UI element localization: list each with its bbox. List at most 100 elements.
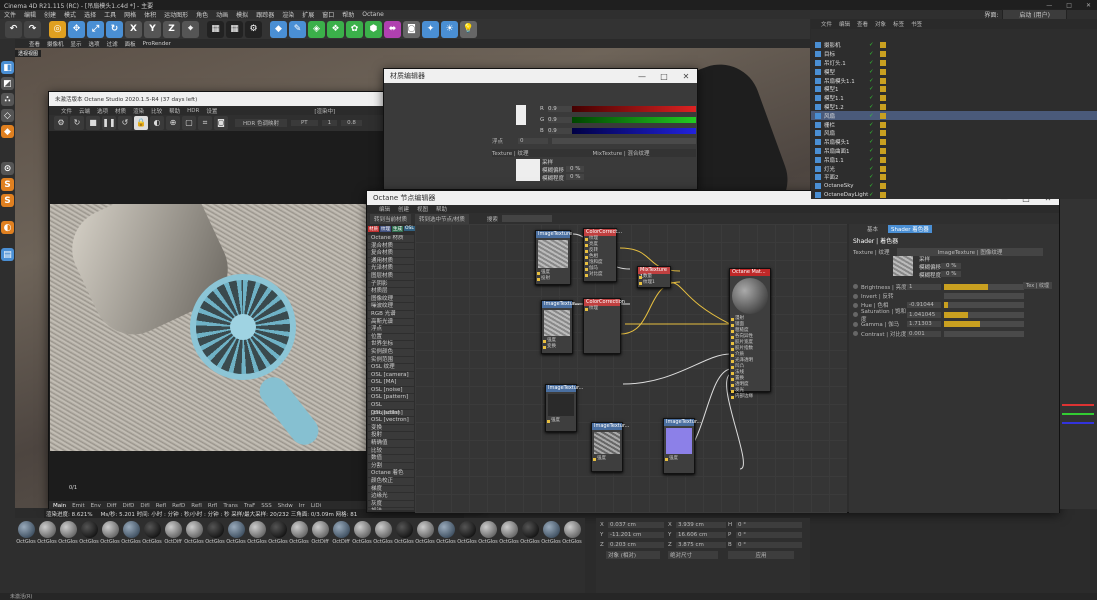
tag-icon[interactable]	[879, 95, 886, 102]
node-category-item[interactable]: 实例范围	[368, 357, 414, 365]
float-value[interactable]: 0	[518, 138, 548, 144]
menu-window[interactable]: 窗口	[322, 10, 334, 19]
object-row[interactable]: OctaneSky ✓	[811, 182, 1097, 191]
material-swatch[interactable]: OctGlos	[562, 521, 582, 545]
visibility-icon[interactable]: ✓	[869, 148, 874, 154]
material-swatch[interactable]: OctGlos	[142, 521, 162, 545]
object-row[interactable]: 模型1 ✓	[811, 85, 1097, 94]
menu-mograph[interactable]: 运动图形	[164, 10, 188, 19]
undo-icon[interactable]: ↶	[5, 20, 22, 38]
float-slider[interactable]	[552, 138, 696, 144]
maximize-icon[interactable]: □	[1066, 2, 1072, 9]
node-port[interactable]: 强度	[546, 418, 576, 424]
coord-x[interactable]: 0.037 cm	[608, 522, 664, 528]
z-axis-icon[interactable]: Z	[163, 20, 180, 38]
node-port[interactable]: 对比度	[584, 272, 616, 278]
pass-traf[interactable]: TraF	[244, 503, 255, 509]
pass-refi[interactable]: RefI	[191, 503, 202, 509]
lv-menu-hdr[interactable]: HDR	[187, 108, 199, 114]
om-menu-object[interactable]: 对象	[875, 20, 886, 28]
view-menu-display[interactable]: 显示	[71, 40, 82, 48]
om-menu-file[interactable]: 文件	[821, 20, 832, 28]
node-editor-window[interactable]: Octane 节点编辑器 —□✕ 编辑创建视图帮助 转到当前材质 转到选中节点/…	[366, 190, 1060, 513]
tag-icon[interactable]	[879, 51, 886, 58]
material-swatch[interactable]: OctGlos	[373, 521, 393, 545]
visibility-icon[interactable]: ✓	[869, 95, 874, 101]
maximize-icon[interactable]: □	[653, 72, 675, 81]
node-mix-texture[interactable]: MixTexture 1 数量 纹理1	[637, 266, 671, 288]
refresh-icon[interactable]: ↻	[70, 116, 84, 130]
rot-h[interactable]: 0 °	[736, 522, 802, 528]
material-swatch[interactable]: OctGlos	[184, 521, 204, 545]
object-row[interactable]: 吊扇模头1.1 ✓	[811, 76, 1097, 85]
render-settings-icon[interactable]: ⚙	[245, 20, 262, 38]
node-category-item[interactable]: OSL [utils]	[368, 410, 414, 418]
view-menu-options[interactable]: 选项	[89, 40, 100, 48]
coord-y[interactable]: -11.201 cm	[608, 532, 664, 538]
pass-sss[interactable]: SSS	[261, 503, 271, 509]
param-slider[interactable]	[944, 311, 1024, 318]
param-value[interactable]: 0.001	[907, 330, 941, 337]
subdivision-icon[interactable]: ◈	[308, 20, 325, 38]
value-field-1[interactable]: 1	[321, 120, 338, 126]
node-category-item[interactable]: 复合材质	[368, 250, 414, 258]
snap-icon[interactable]: ⊙	[1, 162, 14, 175]
visibility-icon[interactable]: ✓	[869, 192, 874, 198]
tag-icon[interactable]	[879, 86, 886, 93]
pass-diff[interactable]: Diff	[107, 503, 117, 509]
polygons-mode-icon[interactable]: ◆	[1, 125, 14, 138]
b-value[interactable]: 0.9	[548, 128, 572, 134]
lock-icon[interactable]: 🔒	[134, 116, 148, 130]
node-image-texture-2[interactable]: ImageTextur... 强度 变换	[541, 300, 579, 354]
node-port[interactable]: 投射	[536, 276, 570, 282]
material-swatch[interactable]: OctGlos	[37, 521, 57, 545]
object-row[interactable]: 目标 ✓	[811, 50, 1097, 59]
node-port[interactable]: 强度	[592, 456, 622, 462]
om-menu-tag[interactable]: 标签	[893, 20, 904, 28]
coord-system-icon[interactable]: ⌖	[182, 20, 199, 38]
ne-menu-help[interactable]: 帮助	[436, 205, 447, 213]
redo-icon[interactable]: ↷	[24, 20, 41, 38]
node-category-item[interactable]: OSL [noise]	[368, 387, 414, 395]
material-swatch[interactable]: OctGlos	[415, 521, 435, 545]
g-slider[interactable]	[572, 117, 696, 123]
close-icon[interactable]: ✕	[675, 72, 697, 81]
pause-icon[interactable]: ❚❚	[102, 116, 116, 130]
deformer-icon[interactable]: ✿	[346, 20, 363, 38]
cube-icon[interactable]: ◆	[270, 20, 287, 38]
g-value[interactable]: 0.9	[548, 117, 572, 123]
material-swatch[interactable]: OctGlos	[16, 521, 36, 545]
menu-tools[interactable]: 工具	[104, 10, 116, 19]
node-category-item[interactable]: Octane 着色	[368, 470, 414, 478]
menu-create[interactable]: 创建	[44, 10, 56, 19]
visibility-icon[interactable]: ✓	[869, 174, 874, 180]
tag-icon[interactable]	[879, 103, 886, 110]
crop-icon[interactable]: ⌗	[198, 116, 212, 130]
pass-difd[interactable]: DifD	[122, 503, 134, 509]
material-swatch[interactable]: OctGlos	[499, 521, 519, 545]
visibility-icon[interactable]: ✓	[869, 78, 874, 84]
lv-menu-help[interactable]: 帮助	[169, 107, 180, 115]
material-swatch[interactable]: OctDiff	[164, 521, 182, 545]
tag-icon[interactable]	[879, 183, 886, 190]
lv-menu-options[interactable]: 选项	[97, 107, 108, 115]
object-row[interactable]: 吊灯头.1 ✓	[811, 59, 1097, 68]
material-swatch[interactable]: OctGlos	[436, 521, 456, 545]
tag-icon[interactable]	[879, 68, 886, 75]
object-row[interactable]: 摄影机 ✓	[811, 41, 1097, 50]
coord-z[interactable]: 0.203 cm	[608, 542, 664, 548]
goto-material-button[interactable]: 转到当前材质	[370, 213, 412, 224]
node-image-texture-5[interactable]: ImageTextur... 强度	[663, 418, 701, 474]
param-slider[interactable]	[944, 330, 1024, 337]
edges-mode-icon[interactable]: ◇	[1, 109, 14, 122]
menu-animate[interactable]: 动画	[216, 10, 228, 19]
material-swatch[interactable]: OctGlos	[79, 521, 99, 545]
material-swatch[interactable]: OctGlos	[121, 521, 141, 545]
node-category-item[interactable]: Octane 材质	[368, 235, 414, 243]
workplane-icon[interactable]: S	[1, 178, 14, 191]
tab-material[interactable]: 材质	[368, 225, 379, 232]
move-icon[interactable]: ✥	[68, 20, 85, 38]
material-swatch[interactable]: OctGlos	[268, 521, 288, 545]
tag-icon[interactable]	[879, 130, 886, 137]
grid-icon[interactable]: ▤	[1, 248, 14, 261]
